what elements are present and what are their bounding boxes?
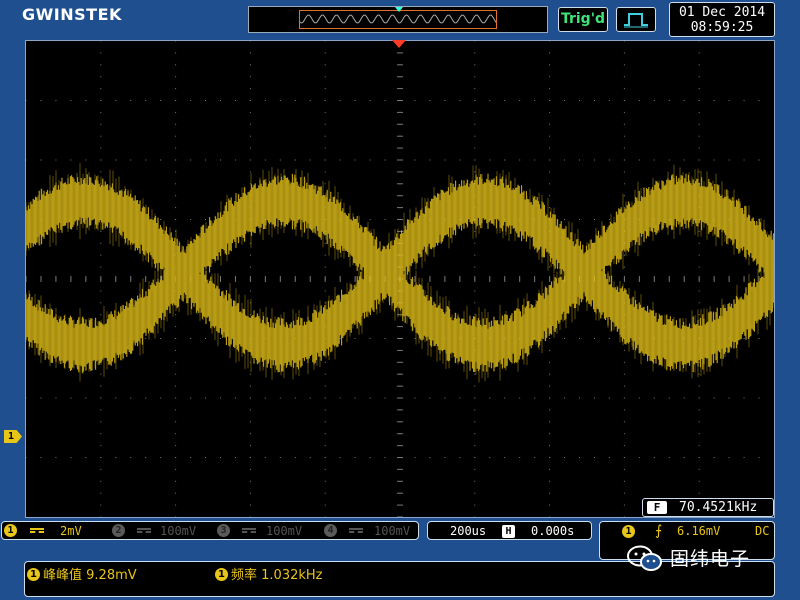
measurement-frequency: 1 频率 1.032kHz (215, 564, 323, 583)
channel-1-scale: 2mV (60, 524, 82, 538)
date-text: 01 Dec 2014 (678, 5, 766, 20)
overview-window[interactable] (299, 10, 497, 29)
dc-coupling-icon (137, 528, 151, 533)
measurement-value: 9.28mV (86, 568, 137, 583)
time-text: 08:59:25 (690, 20, 754, 35)
channel-3-number[interactable]: 3 (217, 524, 230, 537)
trigger-source: 1 (622, 525, 635, 538)
trigger-position-marker[interactable] (392, 40, 406, 48)
frequency-counter: F 70.4521kHz (642, 498, 774, 517)
brand-logo: GWINSTEK (22, 5, 122, 24)
rising-edge-icon: ⨍ (655, 523, 663, 539)
horizontal-position: 0.000s (531, 524, 575, 538)
channel-4-scale: 100mV (374, 524, 411, 538)
watermark-text: 固纬电子 (670, 548, 751, 570)
graticule-grid (25, 40, 775, 518)
frequency-counter-value: 70.4521kHz (679, 500, 758, 515)
channel-1-number[interactable]: 1 (4, 524, 17, 537)
waveform-display[interactable] (25, 40, 775, 518)
channel-scale-panel[interactable]: 1 2mV 2 100mV 3 100mV 4 100mV (1, 521, 419, 540)
channel-1-ground-marker[interactable]: 1 (4, 430, 22, 443)
frequency-counter-tag: F (647, 501, 667, 514)
wechat-icon (627, 545, 662, 571)
trigger-status-badge: Trig'd (558, 7, 608, 32)
overview-trigger-marker (395, 7, 403, 12)
channel-2-number[interactable]: 2 (112, 524, 125, 537)
measurement-label: 峰峰值 (43, 568, 83, 583)
trigger-coupling: DC (755, 524, 770, 538)
memory-overview-bar (248, 6, 548, 33)
measurement-source: 1 (215, 568, 228, 581)
timebase-scale: 200us (450, 524, 487, 538)
measurement-source: 1 (27, 568, 40, 581)
channel-4-number[interactable]: 4 (324, 524, 337, 537)
acquire-mode-indicator[interactable] (616, 7, 656, 32)
measurement-label: 频率 (231, 568, 258, 583)
measurement-peak-to-peak: 1 峰峰值 9.28mV (27, 564, 137, 583)
measurement-value: 1.032kHz (261, 568, 323, 583)
dc-coupling-icon (30, 528, 44, 533)
watermark: 固纬电子 (626, 542, 776, 576)
channel-2-scale: 100mV (160, 524, 197, 538)
square-pulse-icon (624, 13, 648, 28)
dc-coupling-icon (242, 528, 256, 533)
timebase-panel[interactable]: 200us H 0.000s (427, 521, 592, 540)
dc-coupling-icon (349, 528, 363, 533)
date-time-display: 01 Dec 2014 08:59:25 (669, 2, 775, 37)
channel-3-scale: 100mV (266, 524, 303, 538)
trigger-level: 6.16mV (677, 524, 721, 538)
horizontal-position-icon: H (502, 525, 515, 538)
